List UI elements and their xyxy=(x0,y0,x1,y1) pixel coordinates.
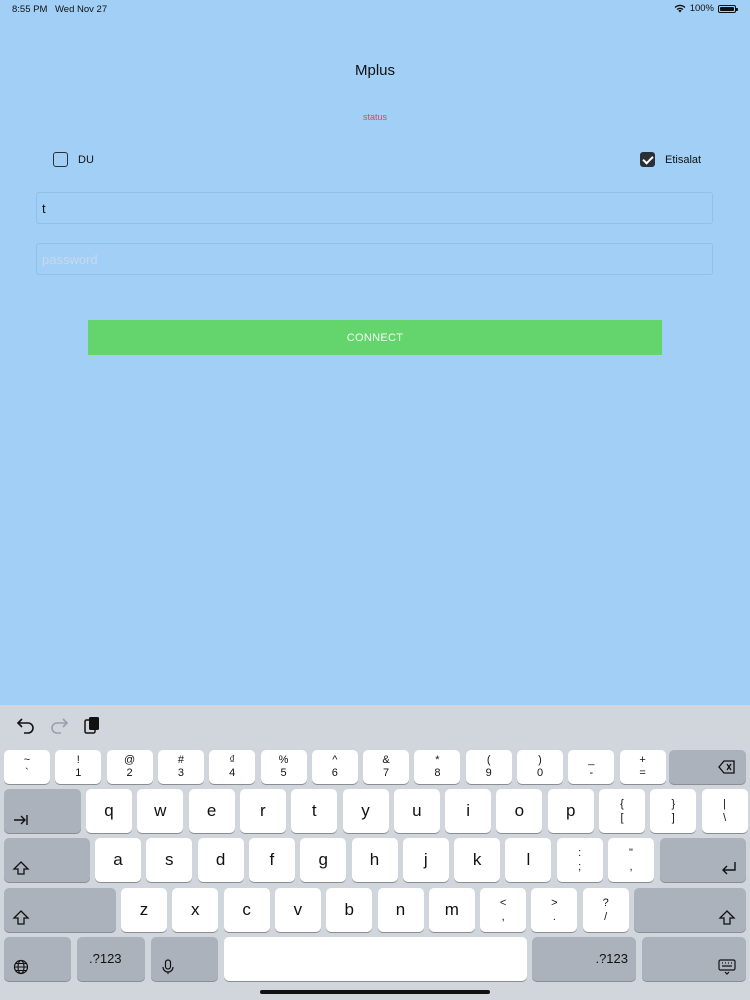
keyboard-dismiss-icon xyxy=(718,959,736,975)
return-icon xyxy=(722,862,736,875)
key-=[interactable]: + = xyxy=(619,750,666,784)
key-0[interactable]: ) 0 xyxy=(517,750,563,784)
globe-icon xyxy=(13,959,29,975)
key-t[interactable]: t xyxy=(291,789,338,833)
status-bar: 8:55 PM Wed Nov 27 100% xyxy=(0,0,750,18)
dictation-key[interactable] xyxy=(151,937,218,981)
app-title: Mplus xyxy=(354,62,395,79)
numbers-left-key[interactable]: .?123 xyxy=(77,937,145,981)
key-`[interactable]: ~ ` xyxy=(4,750,50,784)
key-2[interactable]: @2 xyxy=(106,750,153,784)
status-label: status xyxy=(362,112,387,122)
key-y[interactable]: y xyxy=(342,789,389,833)
numbers-right-key[interactable]: .?123 xyxy=(532,937,636,981)
key-i[interactable]: i xyxy=(445,789,492,833)
microphone-icon xyxy=(162,959,174,974)
key-u[interactable]: u xyxy=(393,789,440,833)
key-[[interactable]: {[ xyxy=(599,789,645,833)
delete-key[interactable] xyxy=(669,750,746,784)
status-time: 8:55 PM xyxy=(12,4,48,15)
undo-icon[interactable] xyxy=(16,715,36,735)
key-x[interactable]: x xyxy=(172,888,219,932)
key-l[interactable]: l xyxy=(505,838,552,882)
key-4[interactable]: ₫ 4 xyxy=(209,750,256,784)
key-j[interactable]: j xyxy=(402,838,449,882)
key-z[interactable]: z xyxy=(121,888,167,932)
status-date: Wed Nov 27 xyxy=(55,4,108,15)
caps-lock-key[interactable] xyxy=(4,838,90,882)
key-quote[interactable]: ", xyxy=(608,838,654,882)
key-p[interactable]: p xyxy=(547,789,594,833)
password-field[interactable] xyxy=(36,243,713,275)
key-k[interactable]: k xyxy=(454,838,501,882)
key-6[interactable]: ^ 6 xyxy=(311,750,358,784)
key-b[interactable]: b xyxy=(326,888,373,932)
username-field[interactable] xyxy=(36,192,713,224)
key-8[interactable]: * 8 xyxy=(414,750,461,784)
tab-icon xyxy=(14,815,28,825)
key-][interactable]: }] xyxy=(650,789,697,833)
key-v[interactable]: v xyxy=(274,888,321,932)
du-checkbox[interactable]: DU xyxy=(53,152,94,167)
battery-icon xyxy=(718,4,738,13)
key-a[interactable]: a xyxy=(95,838,141,882)
dismiss-keyboard-key[interactable] xyxy=(642,937,746,981)
key-g[interactable]: g xyxy=(300,838,347,882)
key-o[interactable]: o xyxy=(496,789,543,833)
key-;[interactable]: :; xyxy=(556,838,603,882)
battery-percent: 100% xyxy=(689,3,714,14)
key--[interactable]: _ - xyxy=(568,750,615,784)
key-5[interactable]: % 5 xyxy=(260,750,307,784)
du-label: DU xyxy=(78,153,94,166)
key-h[interactable]: h xyxy=(351,838,398,882)
key-7[interactable]: & 7 xyxy=(363,750,410,784)
key-/[interactable]: ? / xyxy=(582,888,629,932)
connect-button[interactable]: CONNECT xyxy=(88,320,662,355)
home-indicator xyxy=(260,990,490,994)
delete-icon xyxy=(718,760,735,774)
key-s[interactable]: s xyxy=(146,838,193,882)
etisalat-label: Etisalat xyxy=(665,153,702,166)
status-right: 100% xyxy=(674,3,738,14)
key-\[interactable]: | \ xyxy=(701,789,748,833)
etisalat-checkbox-box[interactable] xyxy=(640,152,655,167)
key-q[interactable]: q xyxy=(86,789,132,833)
du-checkbox-box[interactable] xyxy=(53,152,68,167)
paste-icon[interactable] xyxy=(82,715,102,735)
shift-right-key[interactable] xyxy=(634,888,746,932)
keyboard: ~ `! 1 @2 #3 ₫ 4% 5 ^ 6 & 7 * 8(9) 0 _ - + = q w e r t y u i o p{[}]… xyxy=(0,705,750,1000)
key-1[interactable]: ! 1 xyxy=(55,750,102,784)
shift-left-key[interactable] xyxy=(4,888,116,932)
key-f[interactable]: f xyxy=(248,838,295,882)
wifi-icon xyxy=(674,4,686,13)
globe-key[interactable] xyxy=(4,937,71,981)
etisalat-checkbox[interactable]: Etisalat xyxy=(640,152,701,167)
shift-icon xyxy=(12,910,30,925)
caps-lock-icon xyxy=(12,861,30,875)
key-m[interactable]: m xyxy=(428,888,475,932)
key-w[interactable]: w xyxy=(137,789,184,833)
key-9[interactable]: (9 xyxy=(465,750,512,784)
key-r[interactable]: r xyxy=(239,789,286,833)
return-key[interactable] xyxy=(660,838,746,882)
key-.[interactable]: >. xyxy=(531,888,578,932)
key-n[interactable]: n xyxy=(377,888,424,932)
key-,[interactable]: <, xyxy=(480,888,527,932)
key-3[interactable]: #3 xyxy=(157,750,204,784)
key-e[interactable]: e xyxy=(188,789,235,833)
redo-icon[interactable] xyxy=(49,715,69,735)
key-d[interactable]: d xyxy=(197,838,244,882)
key-c[interactable]: c xyxy=(223,888,270,932)
tab-key[interactable] xyxy=(4,789,81,833)
shift-icon xyxy=(718,910,736,925)
space-key[interactable] xyxy=(224,937,527,981)
